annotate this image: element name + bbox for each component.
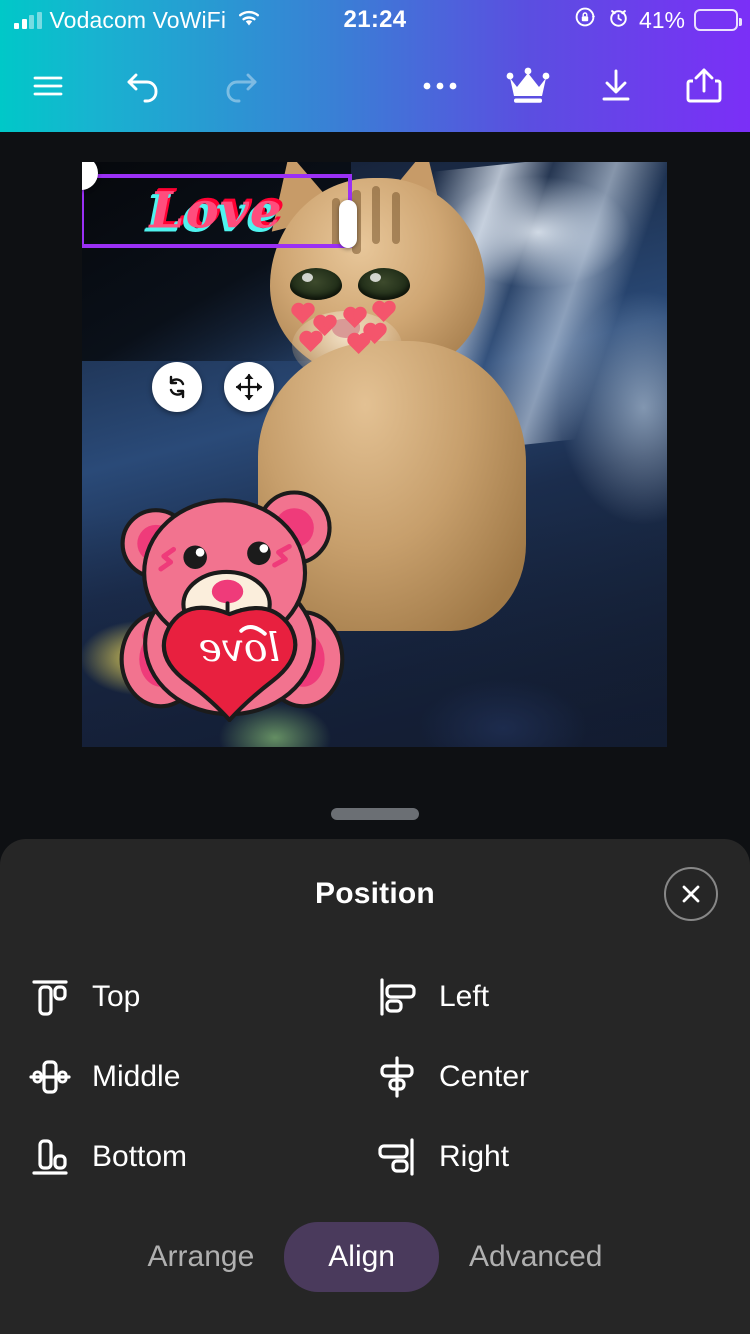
- align-center-icon: [375, 1054, 419, 1100]
- edited-photo[interactable]: love Love: [82, 162, 667, 747]
- align-top-icon: [28, 974, 72, 1020]
- align-bottom-icon: [28, 1134, 72, 1180]
- status-bar-right: 41%: [574, 5, 750, 35]
- toolbar-left-group: [0, 54, 272, 118]
- alarm-clock-icon: [607, 6, 630, 35]
- status-bar: Vodacom VoWiFi 21:24 41%: [0, 0, 750, 40]
- editor-toolbar: [0, 40, 750, 132]
- undo-button[interactable]: [112, 54, 176, 118]
- teddy-bear-sticker[interactable]: love: [102, 467, 357, 722]
- battery-icon: [694, 9, 742, 31]
- align-column-vertical: Top Middle Bottom: [0, 957, 375, 1197]
- align-left-icon: [375, 974, 419, 1020]
- align-right-label: Right: [439, 1140, 510, 1173]
- redo-button[interactable]: [208, 54, 272, 118]
- align-center-label: Center: [439, 1060, 530, 1093]
- status-bar-left: Vodacom VoWiFi: [0, 7, 262, 34]
- love-text[interactable]: Love: [84, 180, 348, 239]
- resize-handle[interactable]: [339, 200, 357, 248]
- signal-bars-icon: [14, 11, 42, 29]
- align-options-grid: Top Middle Bottom Left Center Right: [0, 957, 750, 1197]
- align-middle-option[interactable]: Middle: [0, 1037, 375, 1117]
- page-title: Position: [315, 877, 435, 910]
- tab-advanced[interactable]: Advanced: [439, 1222, 632, 1292]
- panel-drag-handle[interactable]: [331, 808, 419, 820]
- tab-arrange[interactable]: Arrange: [118, 1222, 285, 1292]
- premium-button[interactable]: [496, 54, 560, 118]
- align-top-option[interactable]: Top: [0, 957, 375, 1037]
- svg-text:love: love: [199, 626, 281, 671]
- share-button[interactable]: [672, 54, 736, 118]
- align-bottom-label: Bottom: [92, 1140, 188, 1173]
- download-button[interactable]: [584, 54, 648, 118]
- battery-percent-label: 41%: [638, 6, 685, 33]
- tab-align[interactable]: Align: [284, 1222, 439, 1292]
- canvas-area[interactable]: love Love: [0, 132, 750, 832]
- align-middle-label: Middle: [92, 1060, 181, 1093]
- align-center-option[interactable]: Center: [375, 1037, 750, 1117]
- close-x-icon: [682, 885, 700, 903]
- app-root: Vodacom VoWiFi 21:24 41% love Love Posit…: [0, 0, 750, 1334]
- panel-tabs: Arrange Align Advanced: [0, 1222, 750, 1292]
- toolbar-right-group: [408, 54, 750, 118]
- carrier-label: Vodacom VoWiFi: [49, 6, 227, 33]
- rotation-lock-icon: [574, 5, 598, 35]
- align-bottom-option[interactable]: Bottom: [0, 1117, 375, 1197]
- align-left-label: Left: [439, 980, 490, 1013]
- align-right-icon: [375, 1134, 419, 1180]
- position-panel: Position Top Middle Bottom Left Center R…: [0, 839, 750, 1334]
- align-top-label: Top: [92, 980, 141, 1013]
- align-left-option[interactable]: Left: [375, 957, 750, 1037]
- layer-action-buttons: [152, 362, 274, 412]
- wifi-icon: [236, 7, 262, 34]
- align-column-horizontal: Left Center Right: [375, 957, 750, 1197]
- rotate-button[interactable]: [152, 362, 202, 412]
- menu-button[interactable]: [16, 54, 80, 118]
- close-button[interactable]: [664, 867, 718, 921]
- text-layer-selection[interactable]: Love: [82, 162, 357, 248]
- move-button[interactable]: [224, 362, 274, 412]
- more-options-button[interactable]: [408, 54, 472, 118]
- align-middle-icon: [28, 1054, 72, 1100]
- align-right-option[interactable]: Right: [375, 1117, 750, 1197]
